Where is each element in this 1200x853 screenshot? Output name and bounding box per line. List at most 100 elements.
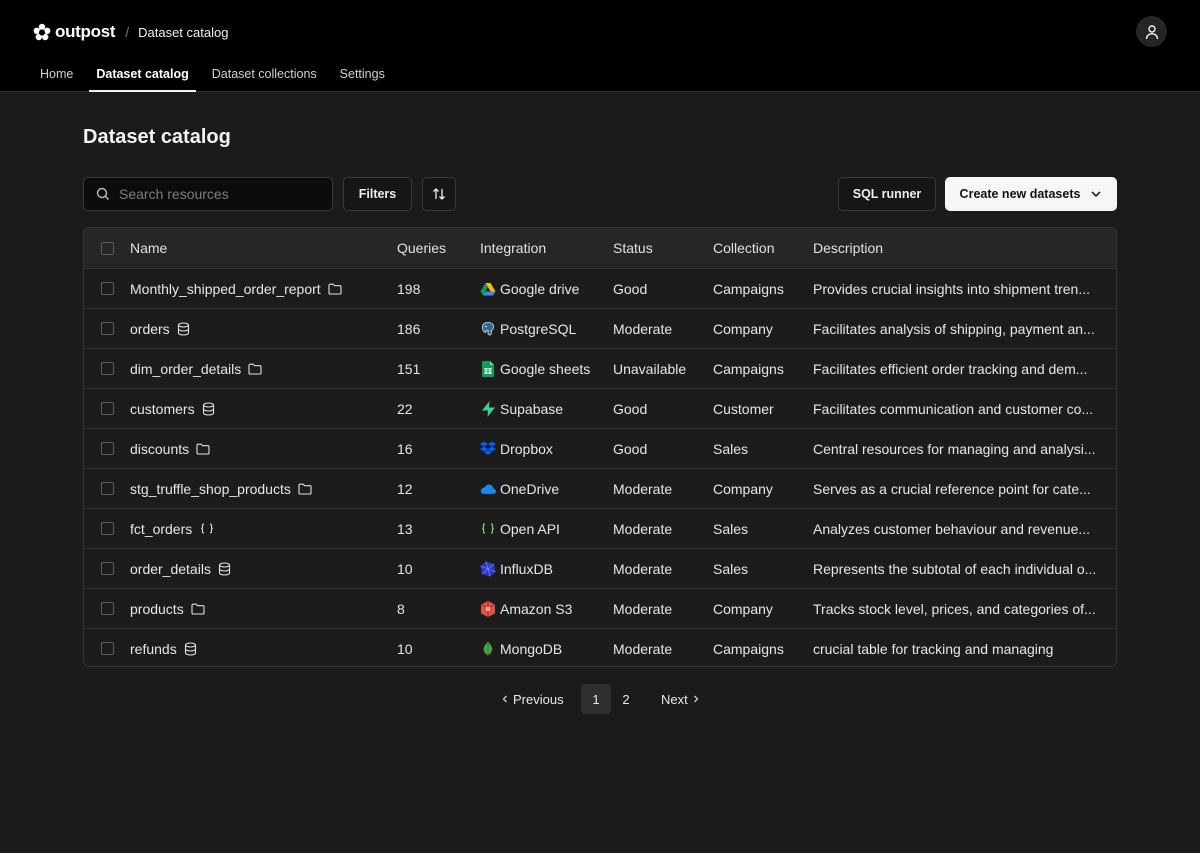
next-page-button[interactable]: Next	[661, 684, 701, 714]
integration-label: Supabase	[500, 400, 564, 417]
column-header-collection[interactable]: Collection	[713, 240, 774, 256]
outpost-logo-icon[interactable]	[33, 23, 51, 41]
row-checkbox-cell	[101, 322, 114, 335]
cell-queries: 10	[397, 560, 413, 577]
cell-integration: Google sheets	[480, 360, 590, 377]
row-checkbox[interactable]	[101, 442, 114, 455]
column-header-status[interactable]: Status	[613, 240, 653, 256]
dataset-name[interactable]: fct_orders	[130, 521, 192, 537]
cell-name[interactable]: order_details	[130, 561, 231, 577]
cell-description: Analyzes customer behaviour and revenue.…	[813, 520, 1091, 537]
column-header-integration[interactable]: Integration	[480, 240, 546, 256]
cell-status: Moderate	[613, 320, 673, 337]
row-checkbox[interactable]	[101, 362, 114, 375]
cell-collection: Campaigns	[713, 280, 784, 297]
cell-name[interactable]: refunds	[130, 641, 197, 657]
sort-button[interactable]	[422, 177, 456, 211]
dataset-name[interactable]: customers	[130, 401, 195, 417]
next-label: Next	[661, 691, 688, 707]
dataset-name[interactable]: stg_truffle_shop_products	[130, 481, 291, 497]
column-header-queries[interactable]: Queries	[397, 240, 446, 256]
dataset-name[interactable]: Monthly_shipped_order_report	[130, 281, 321, 297]
row-checkbox[interactable]	[101, 602, 114, 615]
cell-name[interactable]: fct_orders	[130, 521, 215, 537]
row-checkbox[interactable]	[101, 482, 114, 495]
select-all-checkbox[interactable]	[101, 241, 114, 255]
table-row[interactable]: products 8 Amazon S3 Moderate Company Tracks …	[84, 588, 1116, 628]
dataset-name[interactable]: discounts	[130, 441, 189, 457]
table-row[interactable]: refunds 10 MongoDB Moderate Campaigns crucial…	[84, 628, 1116, 666]
braces-icon	[199, 522, 215, 536]
table-row[interactable]: Monthly_shipped_order_report 198 Google dr…	[84, 268, 1116, 308]
page-2-button[interactable]: 2	[611, 684, 641, 714]
row-checkbox[interactable]	[101, 282, 114, 295]
folder-icon	[196, 443, 210, 455]
integration-label: MongoDB	[500, 640, 563, 657]
amazon-s3-icon	[480, 600, 496, 617]
cell-name[interactable]: products	[130, 601, 205, 617]
cell-integration: Google drive	[480, 281, 579, 297]
main-nav: Home Dataset catalog Dataset collections…	[33, 58, 401, 92]
nav-tab-dataset-collections[interactable]: Dataset collections	[205, 58, 324, 92]
cell-description: crucial table for tracking and managing	[813, 640, 1054, 657]
folder-icon	[328, 283, 342, 295]
previous-page-button[interactable]: Previous	[500, 684, 564, 714]
cell-name[interactable]: customers	[130, 401, 215, 417]
brand-name[interactable]: outpost	[55, 22, 116, 42]
cell-collection: Company	[713, 600, 773, 617]
table-row[interactable]: customers 22 Supabase Good Customer Facilitat…	[84, 388, 1116, 428]
row-checkbox-cell	[101, 282, 114, 295]
row-checkbox-cell	[101, 482, 114, 495]
page-1-button[interactable]: 1	[581, 684, 611, 714]
cell-name[interactable]: orders	[130, 321, 190, 337]
cell-name[interactable]: stg_truffle_shop_products	[130, 481, 312, 497]
row-checkbox[interactable]	[101, 522, 114, 535]
dataset-name[interactable]: products	[130, 601, 184, 617]
folder-icon	[248, 363, 262, 375]
dataset-name[interactable]: orders	[130, 321, 170, 337]
nav-tab-home[interactable]: Home	[33, 58, 80, 92]
search-input[interactable]	[119, 186, 319, 202]
dataset-name[interactable]: order_details	[130, 561, 211, 577]
table-row[interactable]: orders 186 PostgreSQL Moderate Company Facili…	[84, 308, 1116, 348]
table-row[interactable]: dim_order_details 151 Google sheets Unavail…	[84, 348, 1116, 388]
column-header-name[interactable]: Name	[130, 240, 167, 256]
cell-integration: OneDrive	[480, 481, 559, 497]
table-row[interactable]: stg_truffle_shop_products 12 OneDrive Moder…	[84, 468, 1116, 508]
row-checkbox[interactable]	[101, 402, 114, 415]
nav-tab-settings[interactable]: Settings	[333, 58, 392, 92]
nav-tab-dataset-catalog[interactable]: Dataset catalog	[89, 58, 196, 92]
cell-name[interactable]: dim_order_details	[130, 361, 262, 377]
cell-collection: Campaigns	[713, 640, 784, 657]
user-avatar-button[interactable]	[1136, 16, 1167, 47]
create-button-label: Create new datasets	[959, 187, 1081, 201]
cell-name[interactable]: discounts	[130, 441, 210, 457]
dataset-table: Name Queries Integration Status Collecti…	[83, 227, 1117, 667]
cell-status: Good	[613, 280, 648, 297]
cell-description: Represents the subtotal of each individu…	[813, 560, 1097, 577]
folder-icon	[298, 483, 312, 495]
dataset-name[interactable]: refunds	[130, 641, 177, 657]
integration-label: OneDrive	[500, 480, 560, 497]
cell-name[interactable]: Monthly_shipped_order_report	[130, 281, 342, 297]
table-row[interactable]: discounts 16 Dropbox Good Sales Central resou…	[84, 428, 1116, 468]
table-row[interactable]: order_details 10 InfluxDB Moderate Sales Repr…	[84, 548, 1116, 588]
openapi-icon	[480, 521, 496, 537]
row-checkbox[interactable]	[101, 642, 114, 655]
table-row[interactable]: fct_orders 13 Open API Moderate Sales Analyze…	[84, 508, 1116, 548]
database-icon	[202, 401, 215, 416]
top-header: outpost / Dataset catalog Home Dataset c…	[0, 0, 1200, 92]
column-header-description[interactable]: Description	[813, 240, 1103, 256]
row-checkbox[interactable]	[101, 322, 114, 335]
cell-status: Moderate	[613, 560, 673, 577]
cell-collection: Sales	[713, 520, 749, 537]
filters-button[interactable]: Filters	[343, 177, 412, 211]
search-box[interactable]	[83, 177, 333, 211]
create-new-datasets-button[interactable]: Create new datasets	[945, 177, 1117, 211]
row-checkbox-cell	[101, 562, 114, 575]
google-sheets-icon	[480, 360, 496, 377]
page-title: Dataset catalog	[83, 126, 231, 148]
row-checkbox[interactable]	[101, 562, 114, 575]
sql-runner-button[interactable]: SQL runner	[838, 177, 936, 211]
dataset-name[interactable]: dim_order_details	[130, 361, 241, 377]
